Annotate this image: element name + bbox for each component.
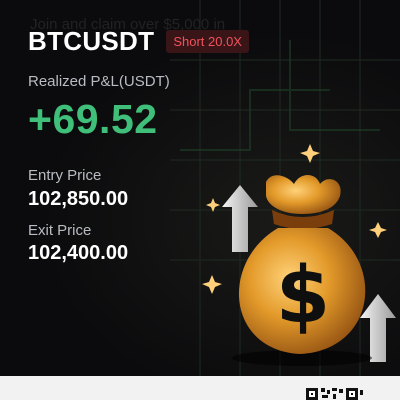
sparkle-icon (300, 144, 320, 163)
promo-text: Join and claim over $5,000 in (30, 16, 226, 33)
sparkle-icon (206, 198, 220, 212)
dollar-sign: $ (276, 251, 330, 341)
money-bag-illustration: $ (202, 144, 396, 366)
sparkle-icon (202, 275, 222, 294)
up-arrow-icon (360, 294, 396, 362)
up-arrow-icon (222, 185, 258, 252)
qr-code-icon[interactable] (306, 384, 364, 400)
pnl-share-card: BTCUSDT Short 20.0X Realized P&L(USDT) +… (0, 0, 400, 400)
sparkle-icon (369, 222, 387, 238)
